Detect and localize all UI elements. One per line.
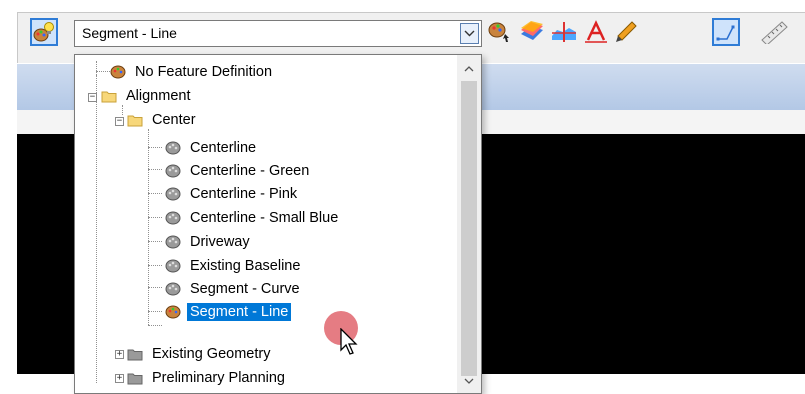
tree-item-centerline-green[interactable]: Centerline - Green (165, 160, 312, 182)
folder-icon (101, 91, 117, 103)
tree-item-centerline-pink[interactable]: Centerline - Pink (165, 183, 300, 205)
palette-icon (165, 164, 181, 178)
combobox-value: Segment - Line (82, 25, 177, 41)
folder-icon (127, 115, 143, 127)
profile-tool-button[interactable] (550, 18, 578, 46)
mouse-cursor-icon (340, 328, 358, 355)
combobox-dropdown-button[interactable] (460, 23, 479, 44)
palette-icon (165, 187, 181, 201)
text-tool-button[interactable] (582, 18, 610, 46)
tree-item-centerline-small-blue[interactable]: Centerline - Small Blue (165, 207, 341, 229)
measure-tool-button[interactable] (760, 18, 788, 46)
segment-path-icon (716, 25, 735, 41)
scroll-up-button[interactable] (457, 59, 481, 79)
tree-item-existing-baseline[interactable]: Existing Baseline (165, 255, 303, 277)
ruler-icon (761, 21, 788, 44)
chevron-up-icon (464, 66, 474, 72)
pen-tool-button[interactable] (612, 18, 640, 46)
palette-icon (165, 235, 181, 249)
tree-item-preliminary-planning[interactable]: Preliminary Planning (127, 367, 288, 389)
pen-icon (616, 21, 637, 42)
text-a-icon (585, 20, 607, 43)
tree-item-center[interactable]: Center (127, 109, 199, 131)
feature-definition-dropdown[interactable]: − − + + No Feature Definition Alignment … (74, 54, 482, 394)
surface-layers-icon (521, 21, 543, 40)
surface-tool-button[interactable] (518, 18, 546, 46)
palette-icon (165, 259, 181, 273)
folder-icon (127, 349, 143, 361)
selected-item-label: Segment - Line (187, 303, 292, 321)
match-feature-tool-button[interactable] (30, 18, 58, 46)
palette-icon (110, 65, 126, 79)
tree-item-existing-geometry[interactable]: Existing Geometry (127, 343, 273, 365)
tree-item-no-feature-definition[interactable]: No Feature Definition (110, 61, 275, 83)
segment-tool-button[interactable] (712, 18, 740, 46)
tree-item-driveway[interactable]: Driveway (165, 231, 253, 253)
tree-item-segment-curve[interactable]: Segment - Curve (165, 278, 303, 300)
collapse-toggle-center[interactable]: − (115, 117, 124, 126)
tree-item-segment-line[interactable]: Segment - Line (165, 301, 292, 323)
palette-pick-icon (488, 22, 509, 42)
chevron-down-icon (464, 378, 474, 384)
feature-definition-combobox[interactable]: Segment - Line (74, 20, 482, 47)
tree-item-centerline[interactable]: Centerline (165, 137, 259, 159)
tree-item-alignment[interactable]: Alignment (101, 85, 193, 107)
feature-tree: − − + + No Feature Definition Alignment … (75, 55, 455, 393)
palette-icon (165, 282, 181, 296)
chevron-down-icon (464, 30, 475, 37)
palette-lightbulb-icon (33, 22, 54, 42)
palette-icon (165, 211, 181, 225)
vertical-scrollbar[interactable] (457, 55, 481, 393)
folder-icon (127, 373, 143, 385)
expand-toggle-preliminary-planning[interactable]: + (115, 374, 124, 383)
profile-cross-icon (552, 22, 576, 42)
palette-icon (165, 305, 181, 319)
scroll-down-button[interactable] (457, 371, 481, 391)
collapse-toggle-alignment[interactable]: − (88, 93, 97, 102)
palette-icon (165, 141, 181, 155)
feature-pick-tool-button[interactable] (486, 18, 514, 46)
expand-toggle-existing-geometry[interactable]: + (115, 350, 124, 359)
scroll-thumb[interactable] (461, 81, 477, 376)
